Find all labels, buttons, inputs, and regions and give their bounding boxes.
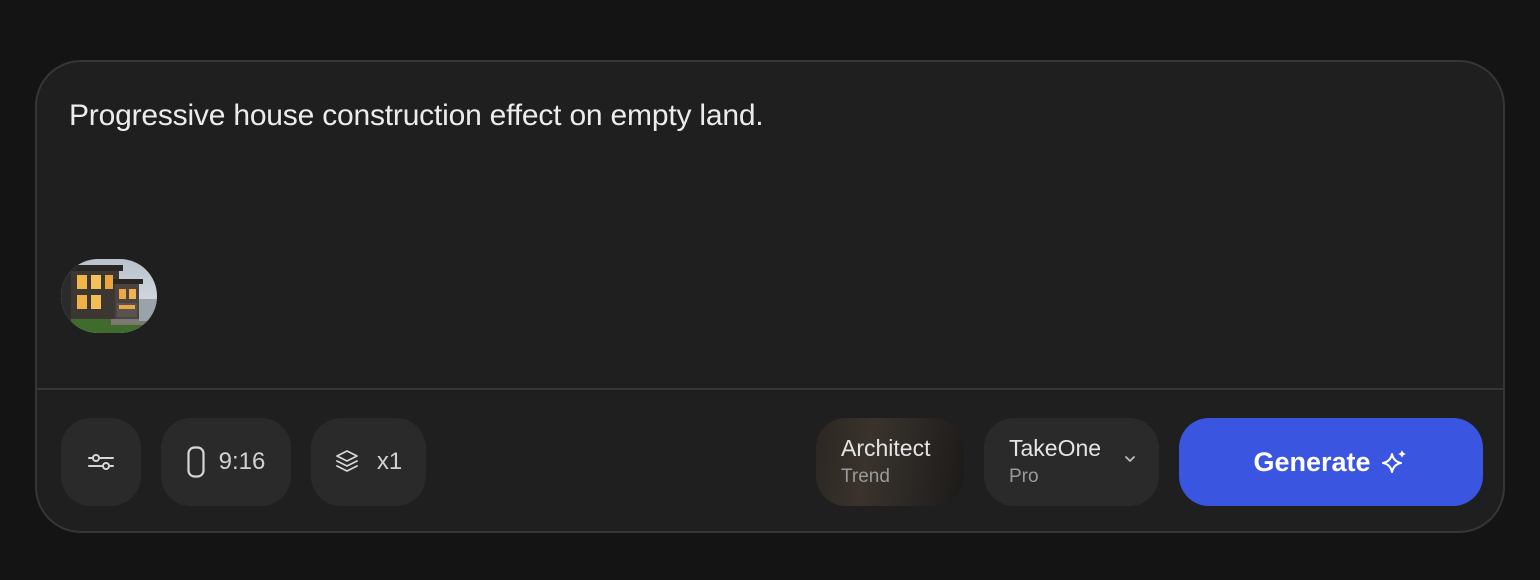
portrait-frame-icon: [187, 446, 205, 478]
house-image: [61, 259, 157, 333]
prompt-text[interactable]: Progressive house construction effect on…: [69, 96, 1449, 136]
aspect-ratio-label: 9:16: [218, 448, 266, 475]
sliders-icon: [88, 454, 114, 470]
layers-icon: [335, 450, 358, 472]
sparkle-icon: [1381, 450, 1406, 473]
model-subtitle: Pro: [1009, 466, 1039, 487]
divider: [37, 388, 1503, 390]
count-button[interactable]: x1: [311, 418, 426, 506]
style-button[interactable]: Architect Trend: [816, 418, 964, 506]
model-selector[interactable]: TakeOne Pro: [984, 418, 1159, 506]
prompt-input[interactable]: Progressive house construction effect on…: [37, 62, 1503, 388]
prompt-panel: Progressive house construction effect on…: [35, 60, 1505, 533]
count-label: x1: [376, 448, 403, 475]
model-text: TakeOne Pro: [1009, 434, 1101, 490]
settings-button[interactable]: [61, 418, 141, 506]
generate-button[interactable]: Generate: [1179, 418, 1483, 506]
chevron-down-icon: [1125, 456, 1135, 462]
aspect-ratio-button[interactable]: 9:16: [161, 418, 291, 506]
style-title: Architect: [841, 435, 931, 461]
model-title: TakeOne: [1009, 435, 1102, 461]
house-photo-thumbnail[interactable]: [61, 259, 157, 333]
generate-label: Generate: [1253, 446, 1371, 477]
style-subtitle: Trend: [841, 466, 890, 487]
